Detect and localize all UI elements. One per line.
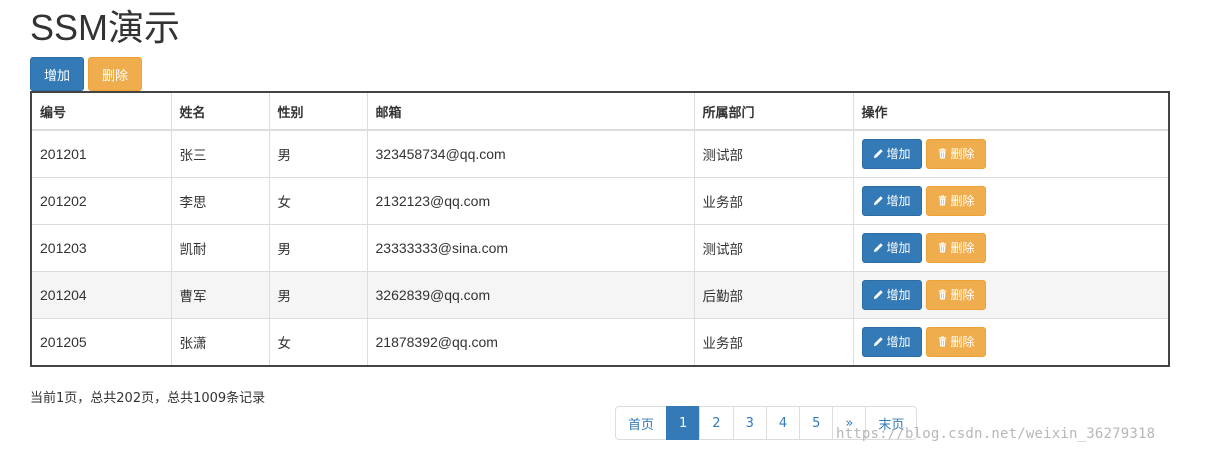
row-delete-button[interactable]: 删除 — [925, 232, 986, 263]
delete-button[interactable]: 删除 — [88, 57, 142, 91]
table-row: 201202 李思女 2132123@qq.com 业务部 增加 删除 — [32, 177, 1168, 225]
col-header-gender: 性别 — [269, 93, 368, 131]
cell-id: 201204 — [32, 271, 172, 319]
cell-actions: 增加 删除 — [853, 177, 1168, 225]
col-header-actions: 操作 — [853, 93, 1168, 131]
cell-gender: 男 — [269, 224, 368, 272]
cell-name: 凯耐 — [171, 224, 270, 272]
row-edit-button[interactable]: 增加 — [861, 232, 922, 263]
page-1[interactable]: 1 — [666, 406, 701, 440]
page-3[interactable]: 3 — [732, 406, 767, 440]
cell-gender: 男 — [269, 271, 368, 319]
pencil-icon — [873, 148, 884, 159]
cell-actions: 增加 删除 — [853, 318, 1168, 365]
cell-dept: 业务部 — [694, 318, 854, 365]
page-4[interactable]: 4 — [765, 406, 801, 440]
cell-dept: 测试部 — [694, 224, 854, 272]
table-header-row: 编号 姓名 性别 邮箱 所属部门 操作 — [32, 93, 1168, 131]
cell-email: 3262839@qq.com — [367, 271, 695, 319]
pencil-icon — [873, 289, 884, 300]
cell-email: 23333333@sina.com — [367, 224, 695, 272]
trash-icon — [937, 242, 948, 253]
page-info: 当前1页，总共202页，总共1009条记录 — [30, 391, 266, 406]
cell-actions: 增加 删除 — [853, 130, 1168, 178]
row-delete-button[interactable]: 删除 — [925, 326, 986, 357]
row-edit-button[interactable]: 增加 — [861, 185, 922, 216]
pencil-icon — [873, 195, 884, 206]
cell-id: 201201 — [32, 130, 172, 178]
add-button[interactable]: 增加 — [30, 57, 84, 91]
row-edit-label: 增加 — [886, 335, 911, 350]
table-row: 201203 凯耐男 23333333@sina.com 测试部 增加 删除 — [32, 224, 1168, 272]
page-5[interactable]: 5 — [799, 406, 834, 440]
cell-id: 201205 — [32, 318, 172, 365]
cell-gender: 男 — [269, 130, 368, 178]
cell-gender: 女 — [269, 177, 368, 225]
page-title: SSM演示 — [30, 7, 181, 48]
row-delete-label: 删除 — [950, 147, 975, 162]
row-edit-button[interactable]: 增加 — [861, 326, 922, 357]
page-2[interactable]: 2 — [699, 406, 734, 440]
cell-actions: 增加 删除 — [853, 271, 1168, 319]
trash-icon — [937, 195, 948, 206]
trash-icon — [937, 148, 948, 159]
row-edit-label: 增加 — [886, 241, 911, 255]
cell-name: 张潇 — [171, 318, 270, 365]
trash-icon — [937, 336, 948, 347]
table-row: 201205 张潇女 21878392@qq.com 业务部 增加 删除 — [32, 318, 1168, 365]
row-delete-button[interactable]: 删除 — [925, 138, 986, 169]
cell-name: 曹军 — [171, 271, 270, 319]
col-header-id: 编号 — [32, 93, 172, 131]
row-edit-label: 增加 — [886, 288, 911, 302]
table-row: 201204 曹军男 3262839@qq.com 后勤部 增加 删除 — [32, 271, 1168, 319]
cell-email: 2132123@qq.com — [367, 177, 695, 225]
row-edit-button[interactable]: 增加 — [861, 279, 922, 310]
row-delete-label: 删除 — [950, 288, 975, 302]
row-delete-label: 删除 — [950, 335, 975, 350]
cell-actions: 增加 删除 — [853, 224, 1168, 272]
cell-dept: 测试部 — [694, 130, 854, 178]
cell-name: 李思 — [171, 177, 270, 225]
row-edit-button[interactable]: 增加 — [861, 138, 922, 169]
pencil-icon — [873, 242, 884, 253]
employee-table: 编号 姓名 性别 邮箱 所属部门 操作 201201 张三男 323458734@q… — [30, 91, 1170, 367]
col-header-dept: 所属部门 — [694, 93, 854, 131]
cell-name: 张三 — [171, 130, 270, 178]
pencil-icon — [873, 336, 884, 347]
cell-id: 201203 — [32, 224, 172, 272]
row-edit-label: 增加 — [886, 194, 911, 208]
row-delete-label: 删除 — [950, 194, 975, 208]
row-edit-label: 增加 — [886, 147, 911, 162]
table-row: 201201 张三男 323458734@qq.com 测试部 增加 删除 — [32, 130, 1168, 178]
cell-id: 201202 — [32, 177, 172, 225]
col-header-name: 姓名 — [171, 93, 270, 131]
cell-gender: 女 — [269, 318, 368, 365]
trash-icon — [937, 289, 948, 300]
row-delete-label: 删除 — [950, 241, 975, 255]
cell-email: 323458734@qq.com — [367, 130, 695, 178]
cell-email: 21878392@qq.com — [367, 318, 695, 365]
row-delete-button[interactable]: 删除 — [925, 185, 986, 216]
cell-dept: 后勤部 — [694, 271, 854, 319]
row-delete-button[interactable]: 删除 — [925, 279, 986, 310]
col-header-email: 邮箱 — [367, 93, 695, 131]
page-first[interactable]: 首页 — [615, 406, 668, 440]
cell-dept: 业务部 — [694, 177, 854, 225]
watermark: https://blog.csdn.net/weixin_36279318 — [836, 426, 1156, 442]
